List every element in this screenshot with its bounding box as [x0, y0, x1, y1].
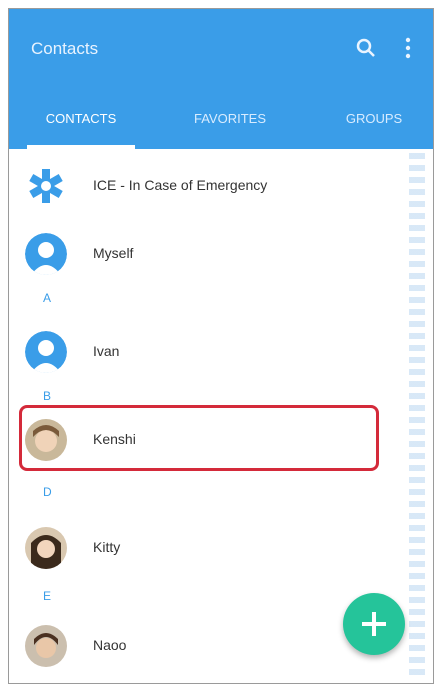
contact-photo — [25, 625, 67, 667]
contact-photo — [25, 527, 67, 569]
ice-icon — [29, 169, 63, 203]
section-letter: A — [43, 291, 52, 305]
more-vertical-icon[interactable] — [403, 35, 413, 61]
contact-name: Ivan — [93, 343, 120, 359]
alphabet-index-scrollbar[interactable] — [409, 153, 425, 679]
tab-groups[interactable]: GROUPS — [329, 107, 419, 131]
section-letter: B — [43, 389, 52, 403]
plus-icon-vertical — [372, 612, 376, 636]
contact-name: Kitty — [93, 539, 121, 555]
contact-name: Naoo — [93, 637, 127, 653]
contact-row-kitty[interactable]: Kitty — [9, 517, 409, 577]
tab-bar: CONTACTS FAVORITES GROUPS — [9, 87, 433, 149]
contact-list[interactable]: ICE - In Case of Emergency Myself A Ivan… — [9, 149, 433, 683]
app-title: Contacts — [31, 39, 99, 58]
default-avatar-icon — [25, 233, 67, 275]
contact-row-ice[interactable]: ICE - In Case of Emergency — [9, 155, 409, 215]
app-bar: Contacts CONTACTS FAVORITES GROUPS — [9, 9, 433, 149]
contact-row-ivan[interactable]: Ivan — [9, 321, 409, 381]
section-letter: D — [43, 485, 52, 499]
search-icon[interactable] — [355, 37, 377, 59]
contacts-screen: Contacts CONTACTS FAVORITES GROUPS ICE -… — [8, 8, 434, 684]
contact-name: Myself — [93, 245, 134, 261]
default-avatar-icon — [25, 331, 67, 373]
section-letter: E — [43, 589, 52, 603]
add-contact-button[interactable] — [343, 593, 405, 655]
contact-row-myself[interactable]: Myself — [9, 223, 409, 283]
tab-contacts[interactable]: CONTACTS — [27, 107, 135, 131]
selection-highlight — [19, 405, 379, 471]
contact-name: ICE - In Case of Emergency — [93, 177, 268, 193]
tab-favorites[interactable]: FAVORITES — [175, 107, 285, 131]
